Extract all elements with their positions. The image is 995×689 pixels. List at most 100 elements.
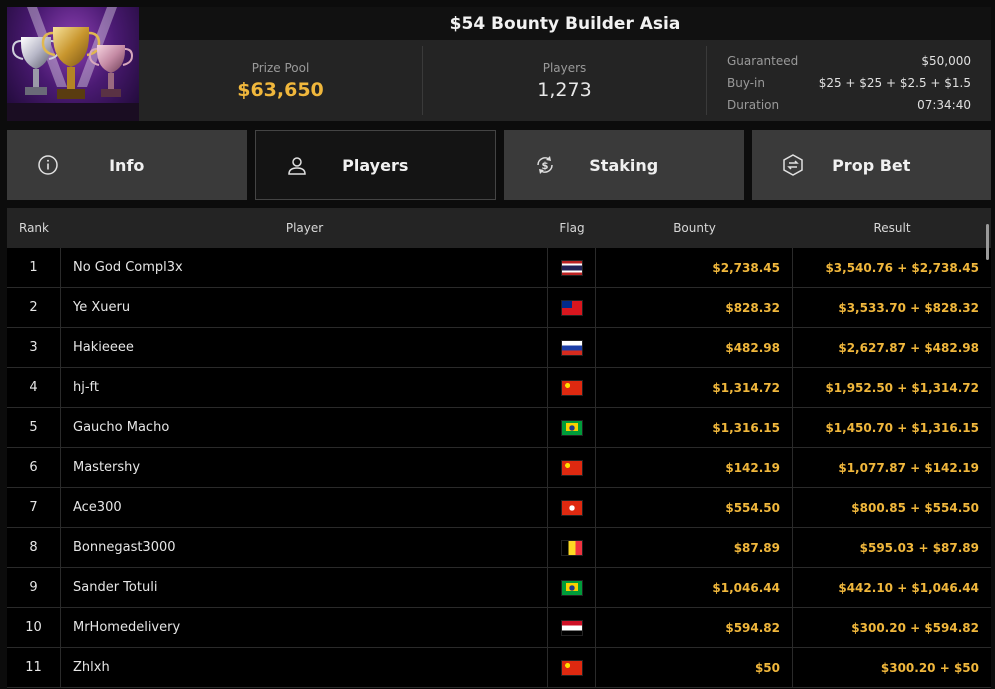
info-icon — [38, 155, 58, 175]
player-name[interactable]: Mastershy — [61, 448, 548, 487]
flag-egypt-icon — [561, 620, 582, 635]
flag-belgium-icon — [561, 540, 582, 555]
players-label: Players — [542, 60, 587, 75]
flag-thailand-icon — [561, 260, 582, 275]
rank-cell: 7 — [7, 488, 61, 527]
detail-value: $50,000 — [921, 54, 971, 68]
flag-china-icon — [561, 660, 582, 675]
table-row[interactable]: 9 Sander Totuli $1,046.44 $442.10 + $1,0… — [7, 568, 991, 608]
table-row[interactable]: 11 Zhlxh $50 $300.20 + $50 — [7, 648, 991, 688]
player-name[interactable]: Gaucho Macho — [61, 408, 548, 447]
tournament-stats: Prize Pool $63,650 Players 1,273 Guarant… — [139, 40, 991, 121]
detail-row-guaranteed: Guaranteed $50,000 — [727, 50, 971, 72]
result-cell: $300.20 + $50 — [880, 660, 979, 675]
bounty-cell: $2,738.45 — [596, 248, 793, 287]
detail-key: Buy-in — [727, 76, 765, 90]
player-name[interactable]: Zhlxh — [61, 648, 548, 687]
flag-cell — [548, 368, 596, 407]
player-name[interactable]: Ye Xueru — [61, 288, 548, 327]
flag-cell — [548, 448, 596, 487]
flag-cell — [548, 488, 596, 527]
trophy-image — [7, 7, 139, 121]
flag-cell — [548, 648, 596, 687]
rank-cell: 2 — [7, 288, 61, 327]
flag-cell — [548, 248, 596, 287]
result-cell: $1,952.50 + $1,314.72 — [825, 380, 979, 395]
flag-cell — [548, 408, 596, 447]
tournament-header: $54 Bounty Builder Asia Prize Pool $63,6… — [7, 7, 991, 121]
result-cell: $300.20 + $594.82 — [851, 620, 979, 635]
detail-row-duration: Duration 07:34:40 — [727, 94, 971, 116]
result-cell: $1,450.70 + $1,316.15 — [825, 420, 979, 435]
tournament-title: $54 Bounty Builder Asia — [139, 7, 991, 40]
rank-cell: 8 — [7, 528, 61, 567]
prize-pool-value: $63,650 — [237, 78, 324, 101]
result-cell: $1,077.87 + $142.19 — [838, 460, 979, 475]
bounty-cell: $594.82 — [596, 608, 793, 647]
header-flag[interactable]: Flag — [548, 208, 596, 248]
dollar-refresh-icon: $ — [537, 156, 553, 174]
rank-cell: 1 — [7, 248, 61, 287]
rank-cell: 10 — [7, 608, 61, 647]
player-name[interactable]: MrHomedelivery — [61, 608, 548, 647]
player-name[interactable]: Sander Totuli — [61, 568, 548, 607]
players-table: Rank Player Flag Bounty Result 1 No God … — [7, 208, 991, 689]
header-player[interactable]: Player — [61, 208, 548, 248]
flag-china-icon — [561, 460, 582, 475]
rank-cell: 4 — [7, 368, 61, 407]
player-name[interactable]: No God Compl3x — [61, 248, 548, 287]
bounty-cell: $482.98 — [596, 328, 793, 367]
flag-cell — [548, 328, 596, 367]
detail-key: Guaranteed — [727, 54, 799, 68]
bounty-cell: $554.50 — [596, 488, 793, 527]
tab-staking[interactable]: $ Staking — [504, 130, 744, 200]
table-row[interactable]: 10 MrHomedelivery $594.82 $300.20 + $594… — [7, 608, 991, 648]
rank-cell: 3 — [7, 328, 61, 367]
result-cell: $3,533.70 + $828.32 — [838, 300, 979, 315]
bounty-cell: $50 — [596, 648, 793, 687]
tab-prop-bet[interactable]: Prop Bet — [751, 130, 991, 200]
table-row[interactable]: 3 Hakieeee $482.98 $2,627.87 + $482.98 — [7, 328, 991, 368]
table-body: 1 No God Compl3x $2,738.45 $3,540.76 + $… — [7, 248, 991, 688]
tab-info[interactable]: Info — [7, 130, 247, 200]
table-header: Rank Player Flag Bounty Result — [7, 208, 991, 248]
header-result[interactable]: Result — [793, 208, 991, 248]
header-rank[interactable]: Rank — [7, 208, 61, 248]
flag-hongkong-icon — [561, 500, 582, 515]
scrollbar[interactable] — [986, 224, 989, 260]
flag-taiwan-icon — [561, 300, 582, 315]
flag-china-icon — [561, 380, 582, 395]
header-bounty[interactable]: Bounty — [596, 208, 793, 248]
detail-row-buyin: Buy-in $25 + $25 + $2.5 + $1.5 — [727, 72, 971, 94]
tab-bar: Info Players $ Staking Prop Bet — [7, 130, 991, 200]
table-row[interactable]: 6 Mastershy $142.19 $1,077.87 + $142.19 — [7, 448, 991, 488]
rank-cell: 6 — [7, 448, 61, 487]
table-row[interactable]: 1 No God Compl3x $2,738.45 $3,540.76 + $… — [7, 248, 991, 288]
detail-key: Duration — [727, 98, 780, 112]
player-name[interactable]: hj-ft — [61, 368, 548, 407]
flag-brazil-icon — [561, 420, 582, 435]
players-value: 1,273 — [537, 78, 592, 101]
bounty-cell: $828.32 — [596, 288, 793, 327]
user-icon — [287, 157, 306, 175]
rank-cell: 9 — [7, 568, 61, 607]
result-cell: $442.10 + $1,046.44 — [838, 580, 979, 595]
table-row[interactable]: 7 Ace300 $554.50 $800.85 + $554.50 — [7, 488, 991, 528]
table-row[interactable]: 5 Gaucho Macho $1,316.15 $1,450.70 + $1,… — [7, 408, 991, 448]
player-name[interactable]: Hakieeee — [61, 328, 548, 367]
result-cell: $3,540.76 + $2,738.45 — [825, 260, 979, 275]
players-stat: Players 1,273 — [423, 46, 707, 115]
rank-cell: 5 — [7, 408, 61, 447]
table-row[interactable]: 2 Ye Xueru $828.32 $3,533.70 + $828.32 — [7, 288, 991, 328]
table-row[interactable]: 8 Bonnegast3000 $87.89 $595.03 + $87.89 — [7, 528, 991, 568]
bounty-cell: $1,046.44 — [596, 568, 793, 607]
prize-pool-label: Prize Pool — [251, 60, 310, 75]
detail-value: 07:34:40 — [917, 98, 971, 112]
bounty-cell: $1,314.72 — [596, 368, 793, 407]
flag-cell — [548, 288, 596, 327]
player-name[interactable]: Bonnegast3000 — [61, 528, 548, 567]
result-cell: $2,627.87 + $482.98 — [838, 340, 979, 355]
table-row[interactable]: 4 hj-ft $1,314.72 $1,952.50 + $1,314.72 — [7, 368, 991, 408]
tab-players[interactable]: Players — [254, 130, 496, 200]
player-name[interactable]: Ace300 — [61, 488, 548, 527]
